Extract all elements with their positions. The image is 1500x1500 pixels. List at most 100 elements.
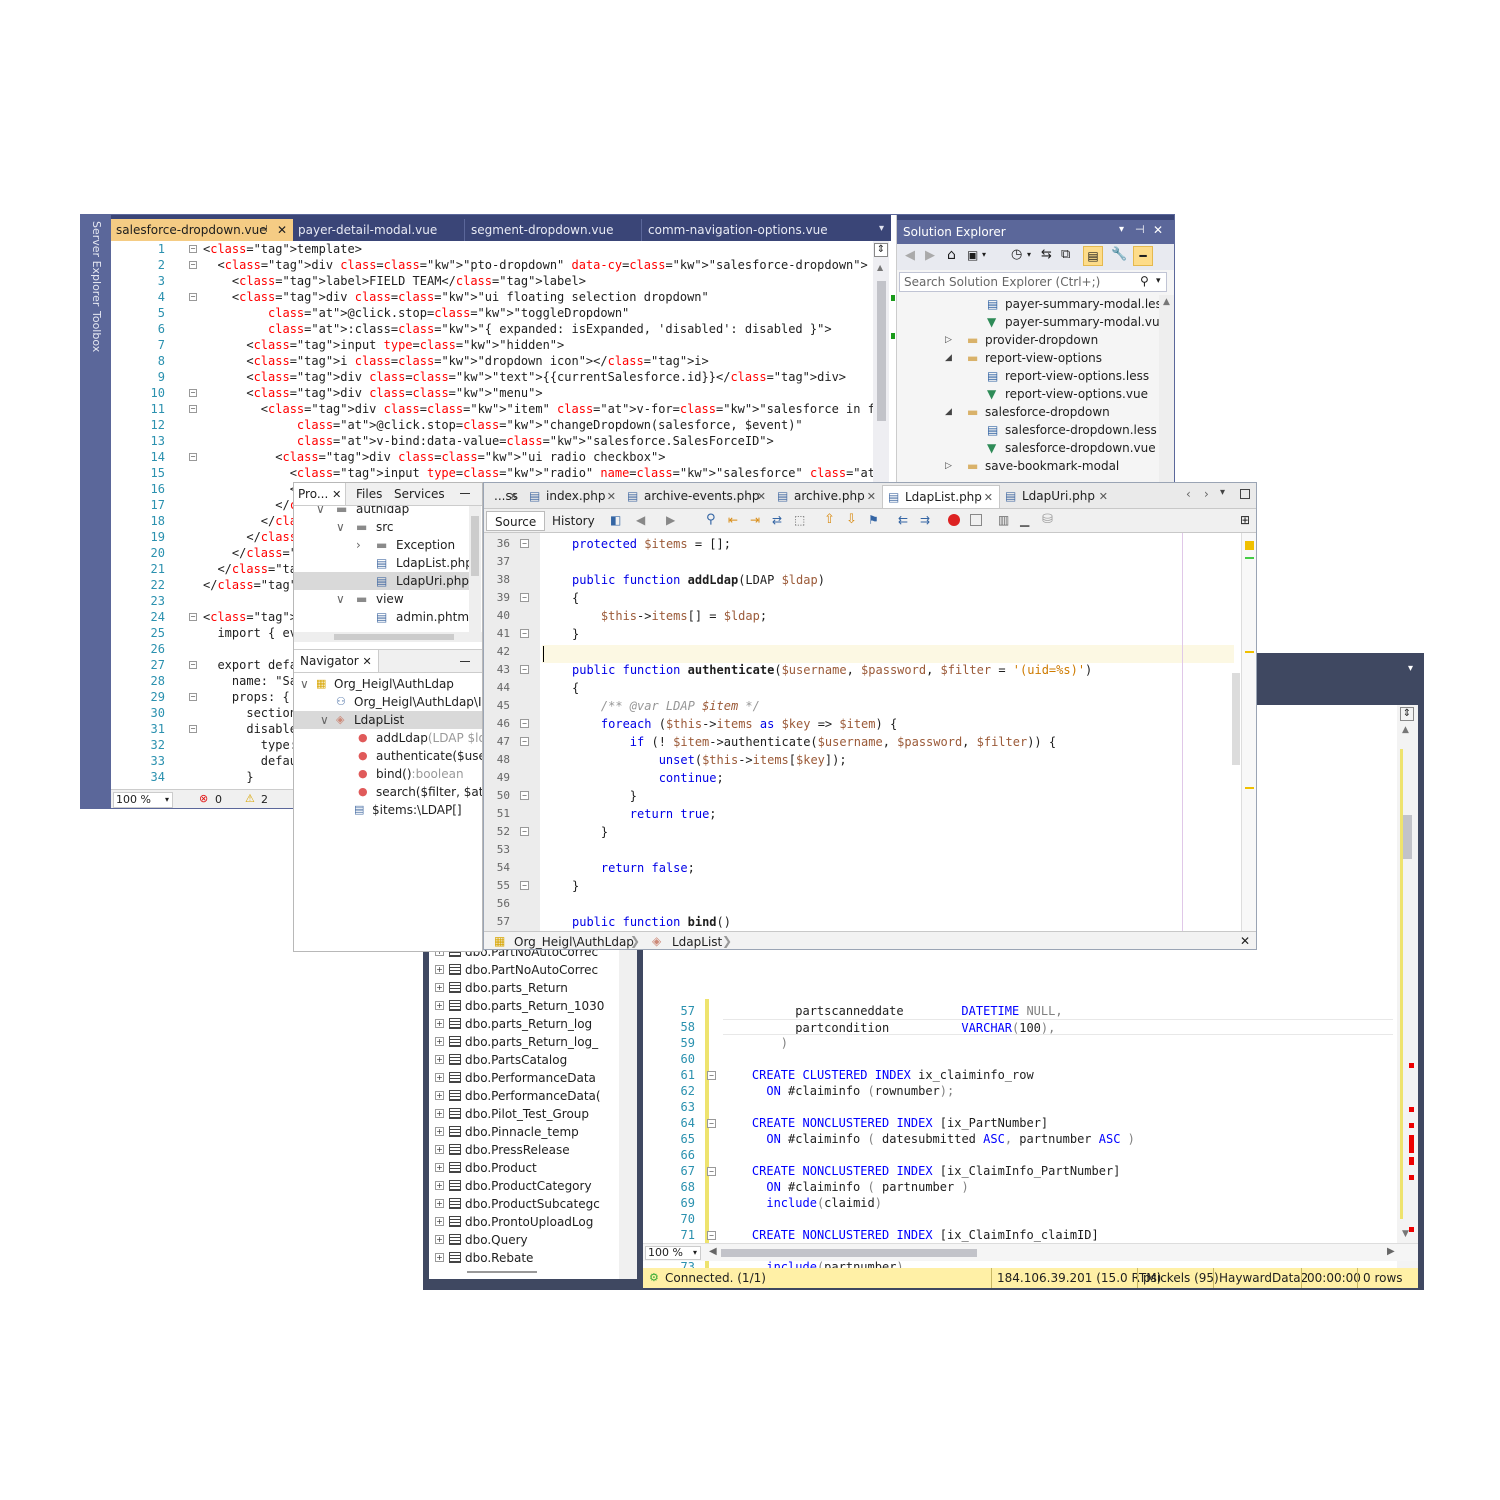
expand-icon[interactable]: + [435,1127,444,1136]
close-icon[interactable]: ✕ [509,485,518,508]
sql-zoom-select[interactable]: 100 % ▾ [645,1246,701,1260]
close-icon[interactable]: ✕ [984,486,993,509]
fold-icon[interactable]: − [189,405,197,413]
error-icon[interactable]: ⊗ [199,792,208,805]
navigator-item[interactable]: ⚇ Org_Heigl\AuthLdap\I [294,693,482,711]
se-file[interactable]: ▤ report-view-options.less [897,367,1159,385]
database-icon[interactable]: ⛁ [1042,512,1053,527]
server-explorer-tab[interactable]: Server Explorer [90,221,103,306]
split-icon[interactable]: ⇕ [874,243,888,257]
collapse-icon[interactable]: ∨ [300,675,309,693]
fold-icon[interactable]: − [520,593,529,602]
fold-icon[interactable]: − [520,827,529,836]
collapse-icon[interactable]: ∨ [336,590,345,608]
project-folder[interactable]: ∨ ▬ view [294,590,469,608]
hscroll-thumb[interactable] [721,1249,977,1257]
collapse-icon[interactable]: ◢ [945,403,952,421]
fold-icon[interactable]: − [189,389,197,397]
forward-icon[interactable]: ▶ [925,248,935,263]
project-file[interactable]: ▤ LdapUri.php [294,572,469,590]
home-icon[interactable]: ⌂ [947,247,956,263]
show-all-files-icon[interactable]: ▤ [1083,246,1103,266]
tab-salesforce-dropdown[interactable]: salesforce-dropdown.vue ⊣ ✕ [111,219,293,241]
expand-icon[interactable]: + [435,1019,444,1028]
expand-icon[interactable]: + [435,1163,444,1172]
scroll-thumb[interactable] [1402,815,1412,859]
collapse-all-icon[interactable]: ⧉ [1061,247,1070,262]
fold-icon[interactable]: − [707,1119,716,1128]
tab-segment-dropdown[interactable]: segment-dropdown.vue [466,219,642,241]
rect-select-icon[interactable]: ⬚ [794,513,805,527]
scroll-up-icon[interactable]: ▲ [1163,297,1170,307]
zoom-select[interactable]: 100 % ▾ [113,792,173,808]
fold-icon[interactable]: − [189,693,197,701]
navigator-item[interactable]: ● addLdap(LDAP $lda [294,729,482,747]
tab-comm-navigation-options[interactable]: comm-navigation-options.vue [643,219,861,241]
navigator-item[interactable]: ∨ ◈ LdapList [294,711,482,729]
object-explorer-scrollbar[interactable] [619,949,637,1279]
nb-tab[interactable]: ▤ archive.php ✕ [772,485,882,508]
tab-list-icon[interactable]: ▾ [1220,487,1225,498]
maximize-icon[interactable] [1240,489,1250,499]
chevron-down-icon[interactable]: ▾ [1027,250,1031,259]
chevron-down-icon[interactable]: ▾ [982,250,986,259]
pin-icon[interactable]: ⊣ [259,219,268,241]
warning-icon[interactable]: ⚠ [245,792,255,805]
nb-code-editor[interactable]: protected $items = []; public function ad… [542,535,1240,931]
find-icon[interactable]: ⚲ [706,512,716,527]
preview-icon[interactable]: ━ [1133,246,1153,266]
expand-icon[interactable]: ▷ [945,331,952,349]
nb-tab[interactable]: ▤ index.php ✕ [524,485,622,508]
navigator-item[interactable]: ∨ ▦ Org_Heigl\AuthLdap [294,675,482,693]
navigator-item[interactable]: ● bind():boolean [294,765,482,783]
se-folder[interactable]: ▷ ▬ provider-dropdown [897,331,1159,349]
properties-icon[interactable]: 🔧 [1111,247,1127,262]
fold-icon[interactable]: − [189,725,197,733]
fold-icon[interactable]: − [520,881,529,890]
history-tab[interactable]: History [546,511,601,531]
expand-icon[interactable]: + [435,1091,444,1100]
expand-icon[interactable]: ▷ [945,457,952,475]
expand-icon[interactable]: + [435,1001,444,1010]
close-icon[interactable]: ✕ [277,219,287,241]
stop-macro-icon[interactable] [970,514,982,526]
tab-left-icon[interactable]: ‹ [1186,487,1191,501]
back-icon[interactable]: ◀ [636,513,645,527]
fold-icon[interactable]: − [707,1231,716,1240]
forward-icon[interactable]: ▶ [666,513,675,527]
chevron-down-icon[interactable]: ▾ [1156,276,1161,286]
minimize-icon[interactable] [460,493,470,494]
nb-scroll-thumb[interactable] [1232,673,1240,765]
split-icon[interactable]: ⇕ [1400,707,1414,721]
toggle-highlight-icon[interactable]: ⇄ [772,513,782,527]
expand-icon[interactable]: + [435,1199,444,1208]
expand-icon[interactable]: + [435,1217,444,1226]
navigator-item[interactable]: ● authenticate($usern [294,747,482,765]
navigator-item[interactable]: ● search($filter, $attri [294,783,482,801]
expand-icon[interactable]: + [435,1145,444,1154]
se-file[interactable]: ▼ payer-summary-modal.vue [897,313,1159,331]
project-tree-hscroll[interactable] [294,632,482,642]
find-prev-icon[interactable]: ⇤ [728,513,738,527]
toolbox-tab[interactable]: Toolbox [90,311,103,352]
pin-icon[interactable]: ⊣ [1135,223,1145,236]
close-icon[interactable]: ✕ [867,485,876,508]
expand-icon[interactable]: + [435,1181,444,1190]
project-folder[interactable]: › ▬ Exception [294,536,469,554]
close-icon[interactable]: ✕ [363,655,372,668]
dropdown-icon[interactable]: ▾ [1119,224,1124,235]
se-file[interactable]: ▼ report-view-options.vue [897,385,1159,403]
close-icon[interactable]: ✕ [1153,223,1163,237]
expand-icon[interactable]: + [435,1037,444,1046]
uncomment-icon[interactable]: ▁ [1020,513,1029,527]
shift-left-icon[interactable]: ⇇ [898,513,908,527]
fold-icon[interactable]: − [707,1071,716,1080]
se-folder[interactable]: ◢ ▬ report-view-options [897,349,1159,367]
sql-vertical-scrollbar[interactable]: ⇕ ▲ ▼ [1397,705,1418,1268]
project-file[interactable]: ▤ admin.phtml [294,608,469,626]
project-folder[interactable]: ∨ ▬ src [294,518,469,536]
expand-icon[interactable]: + [435,1253,444,1262]
expand-icon[interactable]: › [356,536,361,554]
scroll-up-icon[interactable]: ▲ [1402,725,1409,735]
dropdown-icon[interactable]: ▾ [1408,663,1413,674]
